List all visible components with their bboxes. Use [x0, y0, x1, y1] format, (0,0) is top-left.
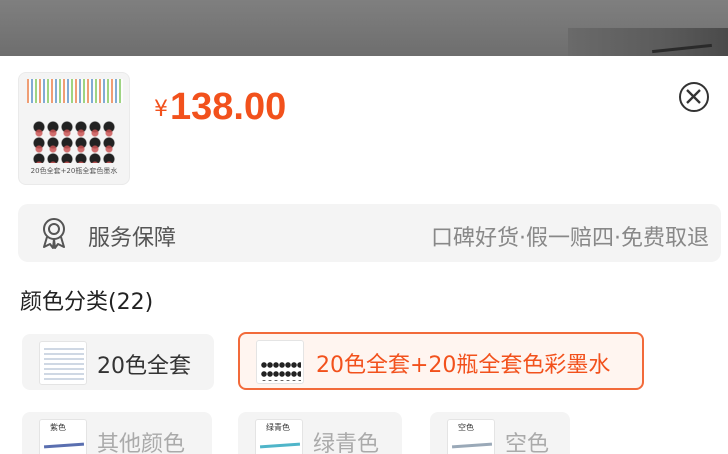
sku-selection-sheet: 20色全套+20瓶全套色墨水 ¥138.00 服务保障 口碑好货·假一赔四·免费…: [0, 56, 728, 454]
color-swatch-grid-image: [44, 346, 84, 380]
thumbnail-caption: 20色全套+20瓶全套色墨水: [30, 167, 118, 175]
service-title: 服务保障: [88, 226, 177, 251]
product-price: ¥138.00: [154, 86, 286, 129]
variant-thumbnail: 紫色: [39, 419, 87, 454]
bottle-caps-image: [33, 121, 117, 163]
price-amount: 138.00: [170, 86, 287, 128]
variant-thumbnail-caption: 紫色: [50, 423, 66, 432]
background-product-image: [568, 28, 728, 56]
badge-ribbon-icon: [43, 218, 65, 249]
pens-image: [27, 79, 123, 103]
variant-label: 其他颜色: [97, 432, 186, 454]
variant-label: 20色全套: [97, 354, 191, 379]
pen-image: [451, 442, 493, 449]
variant-thumbnail-caption: 绿青色: [266, 423, 290, 432]
variant-option-empty-color[interactable]: 空色 空色: [430, 412, 570, 454]
pen-image: [43, 442, 85, 449]
service-detail: 口碑好货·假一赔四·免费取退: [431, 226, 709, 251]
variant-label: 20色全套+20瓶全套色彩墨水: [316, 353, 611, 378]
ink-bottles-image: [261, 359, 301, 381]
variant-label: 空色: [505, 432, 550, 454]
variant-label: 绿青色: [313, 432, 380, 454]
variant-option-20-colors-with-ink[interactable]: 20色全套+20瓶全套色彩墨水: [238, 332, 644, 390]
currency-symbol: ¥: [154, 97, 168, 122]
variant-thumbnail: 空色: [447, 419, 495, 454]
product-thumbnail[interactable]: 20色全套+20瓶全套色墨水: [18, 72, 130, 185]
variant-thumbnail: [39, 341, 87, 385]
service-guarantee-bar[interactable]: 服务保障 口碑好货·假一赔四·免费取退: [18, 204, 721, 262]
pen-image: [259, 442, 301, 449]
variant-thumbnail-caption: 空色: [458, 423, 474, 432]
variant-thumbnail: [256, 340, 304, 384]
close-icon[interactable]: [679, 82, 709, 112]
variant-option-20-colors[interactable]: 20色全套: [22, 334, 214, 390]
background-page-overlay[interactable]: [0, 0, 728, 56]
variant-thumbnail: 绿青色: [255, 419, 303, 454]
variant-section-title: 颜色分类(22): [20, 290, 154, 315]
variant-option-other-colors[interactable]: 紫色 其他颜色: [22, 412, 212, 454]
variant-option-green-cyan[interactable]: 绿青色 绿青色: [238, 412, 402, 454]
